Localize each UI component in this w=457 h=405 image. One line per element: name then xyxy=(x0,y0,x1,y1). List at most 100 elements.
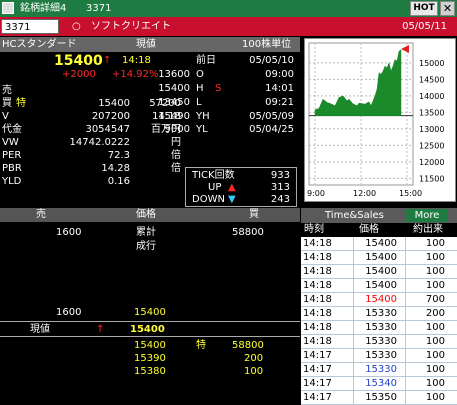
field-label: V xyxy=(2,111,9,122)
field-value: 14742.0222 xyxy=(69,137,130,148)
field-sub: 円 xyxy=(171,137,181,148)
ts-time: 14:18 xyxy=(303,308,332,319)
column-divider xyxy=(405,363,406,376)
column-divider xyxy=(353,265,354,278)
ts-volume: 100 xyxy=(425,280,445,291)
column-divider xyxy=(405,265,406,278)
field-flag: 特 xyxy=(16,98,26,109)
column-divider xyxy=(353,377,354,390)
ts-price: 15330 xyxy=(365,364,397,375)
price-change: +2000 xyxy=(62,69,96,80)
column-divider xyxy=(353,293,354,306)
ts-time: 14:18 xyxy=(303,322,332,333)
field-time: 14:01 xyxy=(265,83,294,94)
chart-y-tick: 12500 xyxy=(419,141,444,150)
ts-volume: 100 xyxy=(425,364,445,375)
intraday-chart-svg: 15000 14500 14000 13500 13000 12500 12000 11500… xyxy=(307,42,444,198)
field-label: 売 xyxy=(2,85,12,96)
column-divider xyxy=(405,293,406,306)
timesales-row: 14:18 15400 100 xyxy=(301,265,457,279)
field-time: 09:00 xyxy=(265,69,294,80)
field-label: 買 xyxy=(2,98,12,109)
ts-time: 14:18 xyxy=(303,280,332,291)
field-time: 05/04/25 xyxy=(249,124,294,135)
column-divider xyxy=(353,321,354,334)
field-label: YH xyxy=(196,111,210,122)
field-label: O xyxy=(196,69,204,80)
field-label: 代金 xyxy=(2,124,22,135)
window-title: 銘柄詳細4 xyxy=(20,3,67,14)
company-name: ソフトクリエイト xyxy=(91,21,171,32)
close-icon[interactable]: ✕ xyxy=(440,1,455,16)
ts-volume: 100 xyxy=(425,238,445,249)
radio-icon[interactable]: ○ xyxy=(72,20,81,33)
field-value: 72.3 xyxy=(107,150,130,161)
ts-price: 15330 xyxy=(365,336,397,347)
title-bar: 銘柄詳細4 3371 HOT ✕ xyxy=(0,0,457,17)
tick-count-box: TICK回数 933 UP ▲ 313 DOWN ▼ 243 xyxy=(185,167,297,207)
unit-label: 100株単位 xyxy=(242,39,292,50)
column-divider xyxy=(405,307,406,320)
column-divider xyxy=(405,377,406,390)
current-price-bar: 現値 ↑ 15400 xyxy=(0,321,300,337)
chart-x-tick: 9:00 xyxy=(307,189,325,198)
field-value: 13600 xyxy=(158,69,190,80)
field-sub: 倍 xyxy=(171,163,181,174)
price-column-label: 現値 xyxy=(136,39,156,50)
more-button[interactable]: More xyxy=(406,209,448,222)
hot-button[interactable]: HOT xyxy=(410,1,438,16)
buy-cumulative: 58800 xyxy=(232,227,264,238)
timesales-row: 14:18 15330 200 xyxy=(301,307,457,321)
field-sub: 倍 xyxy=(171,150,181,161)
timesales-columns: 時刻 価格 約出来 xyxy=(301,223,457,237)
timesales-row: 14:18 15400 100 xyxy=(301,237,457,251)
field-time: 05/05/10 xyxy=(249,55,294,66)
code-input[interactable]: 3371 xyxy=(1,19,59,34)
chart-y-tick: 14000 xyxy=(419,92,444,101)
sell-cumulative: 1600 xyxy=(56,227,82,238)
ts-volume: 100 xyxy=(425,350,445,361)
timesales-row: 14:17 15330 100 xyxy=(301,349,457,363)
chart-y-tick: 12000 xyxy=(419,158,444,167)
orderbook-header: 売 価格 買 xyxy=(0,208,300,222)
current-price: 15400 xyxy=(54,53,103,69)
buy-quantity-3: 100 xyxy=(244,366,264,377)
chart-y-tick: 14500 xyxy=(419,75,444,84)
buy-quantity-1: 58800 xyxy=(232,340,264,351)
ts-price: 15330 xyxy=(365,322,397,333)
title-code: 3371 xyxy=(86,3,112,14)
symbol-row: 3371 ○ ソフトクリエイト 05/05/11 xyxy=(0,17,457,36)
price-time: 14:18 xyxy=(122,55,151,66)
timesales-row: 14:17 15350 100 xyxy=(301,391,457,405)
ts-price: 15330 xyxy=(365,350,397,361)
timesales-title: Time&Sales xyxy=(325,210,384,221)
ts-price: 15400 xyxy=(365,238,397,249)
field-value: 15400 xyxy=(158,83,190,94)
column-divider xyxy=(353,391,354,404)
price-up-arrow: ↑ xyxy=(103,55,112,66)
column-divider xyxy=(353,279,354,292)
field-value: 15490 xyxy=(158,111,190,122)
ts-volume-header: 約出来 xyxy=(413,224,443,235)
column-divider xyxy=(405,279,406,292)
sell-column-label: 売 xyxy=(36,209,46,220)
timesales-row: 14:18 15400 100 xyxy=(301,251,457,265)
ts-time: 14:18 xyxy=(303,336,332,347)
tick-down-count: 243 xyxy=(270,194,290,205)
timesales-row: 14:17 15340 100 xyxy=(301,377,457,391)
buy-quantity-2: 200 xyxy=(244,353,264,364)
chart-y-tick: 13000 xyxy=(419,125,444,134)
field-label: L xyxy=(196,97,202,108)
ts-volume: 100 xyxy=(425,266,445,277)
field-value: 14.28 xyxy=(101,163,130,174)
ts-price: 15400 xyxy=(365,252,397,263)
field-label: PBR xyxy=(2,163,22,174)
field-label: VW xyxy=(2,137,19,148)
ts-time-header: 時刻 xyxy=(304,224,324,235)
buy-flag-1: 特 xyxy=(196,340,206,351)
timesales-row: 14:18 15330 100 xyxy=(301,321,457,335)
column-divider xyxy=(353,237,354,250)
current-label: 現値 xyxy=(30,324,50,335)
column-divider xyxy=(405,391,406,404)
column-divider xyxy=(353,335,354,348)
